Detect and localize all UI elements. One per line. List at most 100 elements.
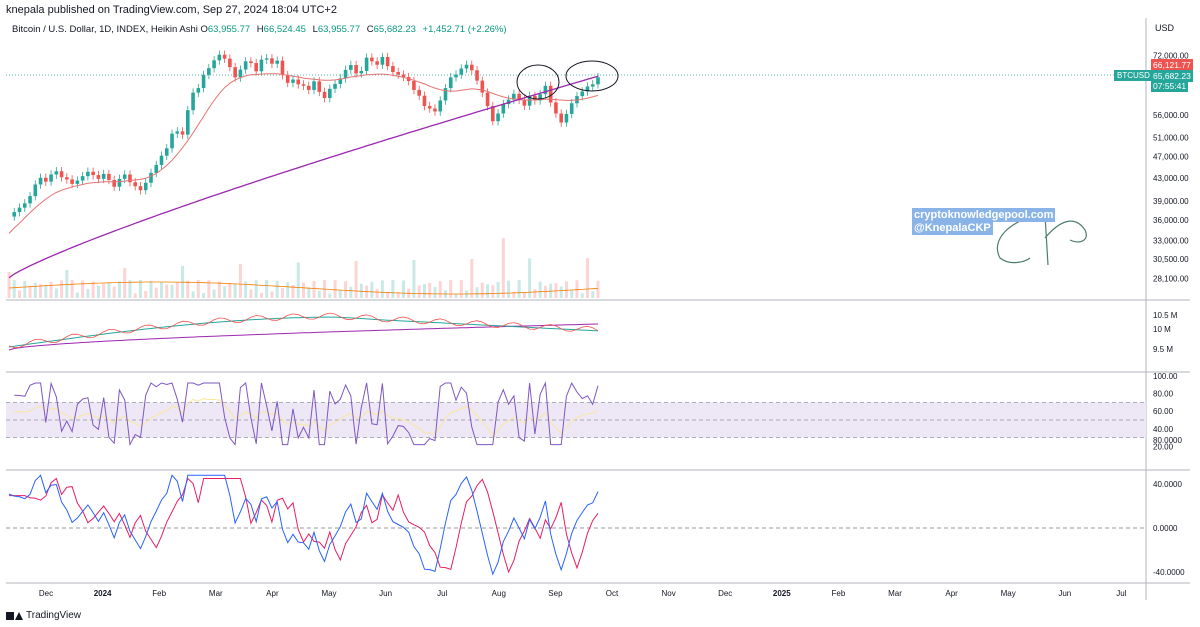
- volume-bar: [564, 281, 568, 298]
- volume-bar: [75, 292, 79, 298]
- candle-body: [280, 60, 285, 76]
- candle-body: [301, 84, 306, 86]
- volume-bar: [296, 262, 300, 298]
- volume-bar: [449, 280, 453, 298]
- volume-bar: [517, 280, 521, 298]
- rsi-tick-label: 80.00: [1153, 390, 1174, 399]
- volume-bar: [312, 280, 316, 298]
- volume-bar: [259, 292, 263, 298]
- volume-bar: [486, 284, 490, 298]
- candle-body: [54, 171, 59, 175]
- candle-body: [154, 164, 159, 173]
- volume-bar: [475, 287, 479, 298]
- candle-body: [475, 70, 479, 81]
- footer-brand[interactable]: TradingView: [6, 610, 81, 621]
- price-tick-label: 56,000.00: [1153, 111, 1189, 120]
- watermark-handle: @KnepalaCKP: [912, 221, 993, 235]
- volume-bar: [18, 290, 22, 298]
- candle-body: [417, 89, 421, 96]
- candle-body: [422, 95, 427, 107]
- candle-body: [70, 179, 74, 184]
- volume-bar: [202, 293, 206, 298]
- volume-bar: [375, 288, 379, 298]
- candle-body: [380, 56, 385, 65]
- volume-tick-label: 9.5 M: [1153, 345, 1173, 354]
- volume-bar: [133, 293, 137, 298]
- candle-body: [96, 175, 101, 179]
- volume-bar: [454, 293, 458, 298]
- watermark-site: cryptoknowledgepool.com: [912, 208, 1056, 222]
- candle-body: [564, 113, 569, 123]
- candle-body: [264, 58, 269, 60]
- volume-bar: [65, 269, 69, 298]
- candle-body: [143, 182, 148, 191]
- candle-body: [101, 173, 106, 179]
- volume-bar: [249, 289, 253, 298]
- volume-bar: [44, 285, 48, 298]
- volume-bar: [254, 280, 258, 298]
- rsi-tick-label: 100.00: [1153, 372, 1178, 381]
- volume-bar: [149, 280, 153, 298]
- volume-bar: [596, 280, 600, 298]
- time-tick-label: Jul: [1116, 589, 1126, 598]
- candle-body: [333, 83, 337, 89]
- tradingview-logo-icon: [6, 611, 23, 621]
- candle-body: [469, 64, 474, 71]
- volume-bar: [28, 287, 32, 298]
- volume-bar: [501, 238, 505, 298]
- volume-bar: [12, 280, 16, 298]
- volume-bar: [165, 284, 169, 298]
- volume-bar: [507, 280, 511, 298]
- candle-body: [149, 172, 153, 183]
- symbol-tag: BTCUSD: [1114, 70, 1153, 81]
- time-tick-label: Feb: [152, 589, 166, 598]
- footer-brand-label: TradingView: [26, 610, 82, 621]
- time-tick-label: 2024: [94, 589, 112, 598]
- candle-body: [207, 68, 211, 75]
- candle-body: [12, 212, 17, 217]
- volume-bar: [286, 282, 290, 298]
- time-tick-label: May: [321, 589, 336, 598]
- volume-bar: [102, 283, 106, 298]
- candle-body: [201, 74, 206, 89]
- volume-bar: [307, 287, 311, 298]
- candle-body: [38, 177, 43, 185]
- candle-body: [433, 108, 437, 112]
- time-tick-label: Mar: [888, 589, 902, 598]
- volume-bar: [144, 290, 148, 298]
- candle-body: [554, 102, 558, 114]
- candle-body: [44, 177, 48, 182]
- candle-body: [464, 64, 469, 69]
- candle-body: [65, 177, 69, 180]
- volume-bar: [7, 272, 11, 298]
- price-tick-label: 39,000.00: [1153, 197, 1189, 206]
- time-tick-label: Jul: [437, 589, 447, 598]
- volume-bar: [160, 282, 164, 298]
- volume-bar: [401, 280, 405, 298]
- chart-canvas[interactable]: 72,000.0056,000.0051,000.0047,000.0043,0…: [0, 0, 1200, 627]
- time-tick-label: Dec: [39, 589, 53, 598]
- candle-body: [485, 92, 490, 107]
- candle-body: [459, 68, 464, 75]
- candle-body: [49, 174, 53, 182]
- volume-bar: [265, 280, 269, 298]
- volume-bar: [370, 281, 374, 298]
- volume-bar: [380, 280, 384, 298]
- volume-bar: [154, 287, 158, 298]
- candle-body: [233, 67, 237, 78]
- candle-body: [438, 100, 443, 112]
- price-tick-label: 28,100.00: [1153, 275, 1189, 284]
- price-tick-label: 51,000.00: [1153, 133, 1189, 142]
- candle-body: [448, 77, 453, 89]
- pane2-teal-line: [8, 316, 599, 348]
- candle-body: [222, 54, 227, 59]
- time-tick-label: Dec: [718, 589, 732, 598]
- candle-body: [196, 88, 201, 93]
- candle-body: [543, 85, 548, 95]
- candle-body: [370, 57, 374, 62]
- time-tick-label: 2025: [773, 589, 791, 598]
- candle-body: [107, 173, 111, 180]
- signature-drawing: [996, 214, 1087, 266]
- rsi-tick-label: 60.00: [1153, 407, 1174, 416]
- volume-bar: [170, 284, 174, 298]
